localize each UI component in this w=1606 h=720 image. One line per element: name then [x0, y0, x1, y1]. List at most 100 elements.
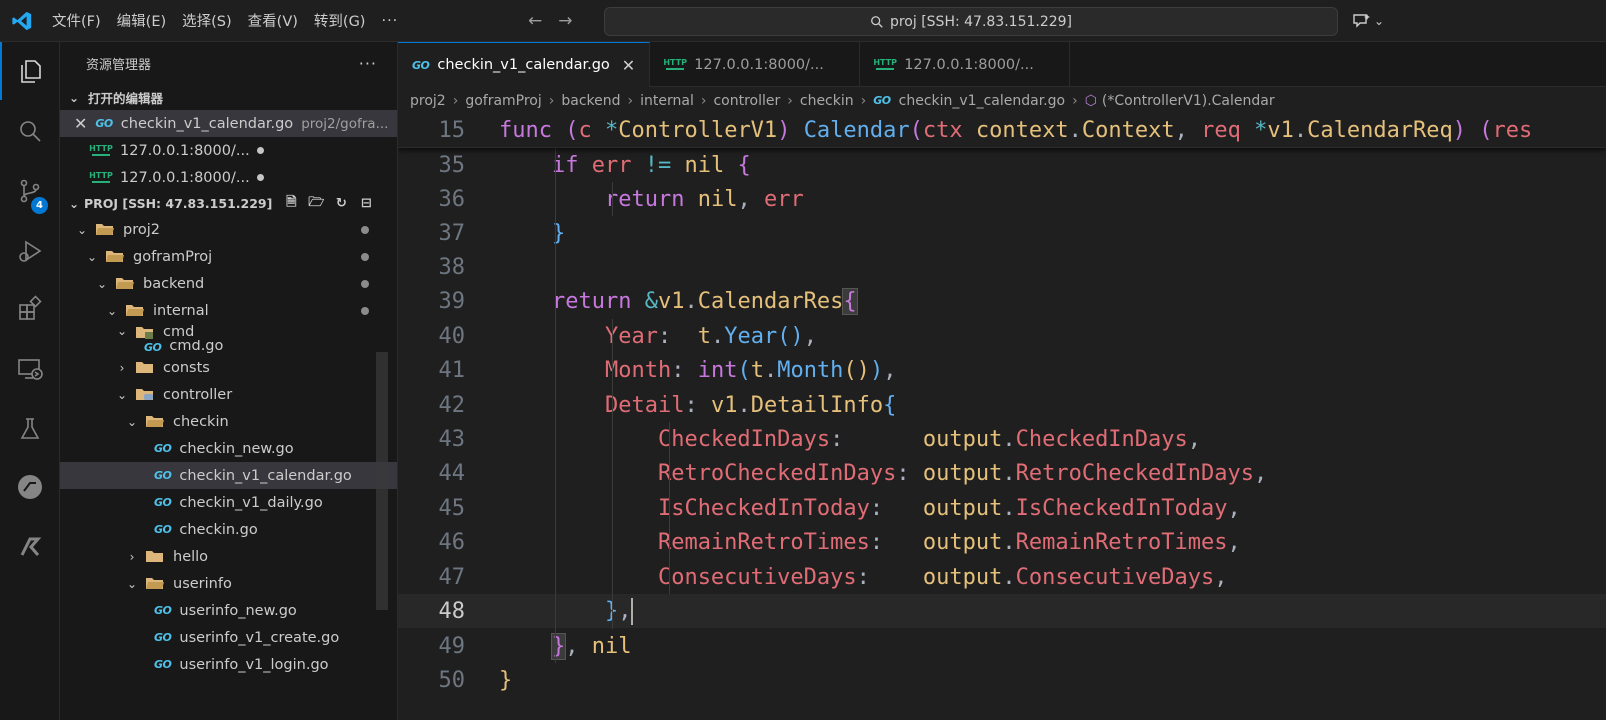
- breadcrumb-item[interactable]: internal: [640, 93, 694, 109]
- open-editor-item[interactable]: HTTP 127.0.0.1:8000/...: [60, 164, 397, 191]
- tree-folder-backend[interactable]: ⌄ backend: [60, 270, 397, 297]
- tree-label: controller: [163, 386, 233, 403]
- command-center-search[interactable]: proj [SSH: 47.83.151.229]: [604, 7, 1338, 36]
- code-text: CheckedInDays: output.CheckedInDays,: [657, 426, 1202, 452]
- remote-explorer-icon[interactable]: [0, 340, 60, 398]
- breadcrumb-item[interactable]: backend: [561, 93, 620, 109]
- code-line: 36 return nil, err: [398, 182, 1606, 216]
- tab-http-1[interactable]: HTTP 127.0.0.1:8000/...: [650, 42, 861, 87]
- line-number: 40: [438, 323, 466, 349]
- breadcrumb-item[interactable]: (*ControllerV1).Calendar: [1102, 93, 1275, 109]
- breadcrumb-item[interactable]: controller: [713, 93, 780, 109]
- tree-folder-userinfo[interactable]: ⌄ userinfo: [60, 570, 397, 597]
- tree-file-userinfo-v1-create[interactable]: GO userinfo_v1_create.go: [60, 624, 397, 651]
- code-text: return nil, err: [604, 186, 804, 212]
- tree-file-userinfo-new[interactable]: GO userinfo_new.go: [60, 597, 397, 624]
- nav-arrows: ← →: [528, 0, 573, 42]
- open-editor-item[interactable]: HTTP 127.0.0.1:8000/...: [60, 137, 397, 164]
- forward-arrow-icon[interactable]: →: [558, 11, 572, 31]
- extensions-icon[interactable]: [0, 280, 60, 338]
- search-activity-icon[interactable]: [0, 102, 60, 160]
- copilot-button[interactable]: ⌄: [1352, 0, 1384, 42]
- git-graph-icon[interactable]: [0, 458, 60, 516]
- open-editors-title: 打开的编辑器: [88, 91, 164, 106]
- tree-folder-consts[interactable]: › consts: [60, 354, 397, 381]
- code-text: if err != nil {: [551, 152, 751, 178]
- open-editors-header[interactable]: ⌄ 打开的编辑器: [60, 85, 397, 110]
- menu-file[interactable]: 文件(F): [44, 10, 109, 31]
- menu-selection[interactable]: 选择(S): [174, 10, 240, 31]
- line-number: 37: [438, 220, 466, 246]
- explorer-title: 资源管理器: [86, 58, 152, 73]
- explorer-sidebar: 资源管理器 ··· ⌄ 打开的编辑器 ✕ GO checkin_v1_calen…: [60, 42, 398, 720]
- line-number: 46: [438, 529, 466, 555]
- code-editor[interactable]: 15 func (c *ControllerV1) Calendar(ctx co…: [398, 114, 1606, 720]
- menu-edit[interactable]: 编辑(E): [109, 10, 174, 31]
- tab-checkin-v1-calendar[interactable]: GO checkin_v1_calendar.go ✕: [398, 42, 651, 87]
- tree-folder-goframproj[interactable]: ⌄ goframProj: [60, 243, 397, 270]
- breadcrumb-item[interactable]: checkin_v1_calendar.go: [899, 93, 1065, 109]
- code-line: 49 }, nil: [398, 629, 1606, 663]
- chevron-right-icon: ›: [548, 92, 555, 109]
- chevron-right-icon: ›: [787, 92, 793, 109]
- chevron-down-icon: ⌄: [106, 303, 118, 318]
- menu-go[interactable]: 转到(G): [306, 10, 374, 31]
- source-control-icon[interactable]: 4: [0, 162, 60, 220]
- collapse-all-icon[interactable]: ⊟: [357, 195, 375, 213]
- explorer-header: 资源管理器 ···: [60, 42, 397, 85]
- activity-bar: 4: [0, 42, 60, 720]
- tree-file-checkin[interactable]: GO checkin.go: [60, 516, 397, 543]
- tree-file-userinfo-v1-login[interactable]: GO userinfo_v1_login.go: [60, 651, 397, 678]
- explorer-icon[interactable]: [0, 42, 60, 100]
- refresh-icon[interactable]: ↻: [332, 195, 350, 213]
- vscode-logo-icon: [0, 0, 44, 42]
- new-file-icon[interactable]: 🗎: [282, 195, 300, 213]
- tree-folder-proj2[interactable]: ⌄ proj2: [60, 216, 397, 243]
- testing-icon[interactable]: [0, 400, 60, 458]
- title-bar: 文件(F) 编辑(E) 选择(S) 查看(V) 转到(G) ··· ← → pr…: [0, 0, 1606, 42]
- menu-view[interactable]: 查看(V): [240, 10, 306, 31]
- tree-file-cmd-go[interactable]: GO cmd.go: [60, 340, 397, 354]
- indent-guide: [555, 148, 556, 663]
- go-file-icon: GO: [154, 469, 172, 482]
- breadcrumb-item[interactable]: goframProj: [465, 93, 541, 109]
- go-file-icon: GO: [154, 604, 172, 617]
- tree-folder-internal[interactable]: ⌄ internal: [60, 297, 397, 324]
- close-icon[interactable]: ✕: [74, 114, 87, 133]
- tree-file-checkin-v1-calendar[interactable]: GO checkin_v1_calendar.go: [60, 462, 397, 489]
- source-control-badge: 4: [31, 197, 48, 214]
- menu-more-button[interactable]: ···: [373, 13, 406, 29]
- sidebar-scrollbar[interactable]: [376, 352, 388, 610]
- unsaved-dot-icon: [256, 147, 264, 154]
- code-line: 38: [398, 250, 1606, 284]
- tab-http-2[interactable]: HTTP 127.0.0.1:8000/...: [860, 42, 1071, 87]
- project-header[interactable]: ⌄ PROJ [SSH: 47.83.151.229] 🗎 🗁 ↻ ⊟: [60, 191, 397, 216]
- breadcrumb-item[interactable]: checkin: [800, 93, 854, 109]
- folder-open-icon: [106, 251, 124, 262]
- go-file-icon: GO: [412, 58, 430, 72]
- tongyi-extension-icon[interactable]: [0, 518, 60, 576]
- new-folder-icon[interactable]: 🗁: [307, 195, 325, 213]
- breadcrumb: proj2 › goframProj › backend › internal › co…: [398, 87, 1606, 114]
- close-icon[interactable]: ✕: [622, 56, 635, 75]
- tree-file-checkin-v1-daily[interactable]: GO checkin_v1_daily.go: [60, 489, 397, 516]
- tree-label: cmd: [163, 324, 195, 340]
- tree-folder-hello[interactable]: › hello: [60, 543, 397, 570]
- line-number: 42: [438, 392, 466, 418]
- go-file-icon: GO: [154, 496, 172, 509]
- tab-label: checkin_v1_calendar.go: [437, 57, 610, 73]
- modified-dot-icon: [361, 225, 369, 234]
- code-text: Month: int(t.Month()),: [604, 357, 897, 383]
- open-editor-item[interactable]: ✕ GO checkin_v1_calendar.go proj2/gofra.…: [60, 110, 397, 137]
- tree-folder-cmd[interactable]: ⌄ cmd: [60, 324, 397, 340]
- code-line: 39 return &v1.CalendarRes{: [398, 284, 1606, 318]
- explorer-more-button[interactable]: ···: [359, 54, 377, 73]
- http-file-icon: HTTP: [663, 56, 687, 74]
- run-debug-icon[interactable]: [0, 222, 60, 280]
- tree-folder-checkin[interactable]: ⌄ checkin: [60, 408, 397, 435]
- breadcrumb-item[interactable]: proj2: [410, 93, 446, 109]
- tree-label: goframProj: [133, 248, 213, 265]
- back-arrow-icon[interactable]: ←: [528, 11, 542, 31]
- tree-file-checkin-new[interactable]: GO checkin_new.go: [60, 435, 397, 462]
- tree-folder-controller[interactable]: ⌄ controller: [60, 381, 397, 408]
